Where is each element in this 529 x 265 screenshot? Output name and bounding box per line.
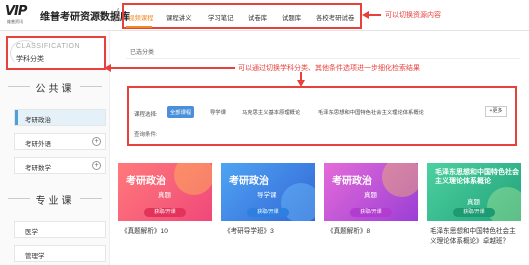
section-title-public: 公共课 (35, 84, 75, 95)
logo-subtext: 维普资讯 (7, 19, 23, 24)
vip-logo[interactable]: VIP 维普资讯 (5, 4, 39, 26)
nav-tab-exam-library[interactable]: 试卷库 (248, 13, 267, 22)
course-card[interactable]: 考研政治 真题 获取/开课 《真题解析》8 (324, 163, 418, 265)
sidebar-item-management[interactable]: 管理学 (14, 245, 106, 262)
sidebar-item-politics[interactable]: 考研政治 (14, 109, 106, 126)
expand-plus-icon[interactable]: + (92, 137, 101, 146)
nav-tab-video-courses[interactable]: 视频课程 (128, 13, 154, 22)
chip-maoism-theory[interactable]: 毛泽东思想和中国特色社会主义理论体系概论 (315, 106, 427, 118)
query-conditions-label: 查询条件: (134, 132, 158, 138)
nav-annotation-text: 可以切换资源内容 (385, 12, 441, 19)
more-button[interactable]: +更多 (485, 106, 507, 117)
card-badge: 获取/开课 (144, 208, 186, 217)
filter-panel: 课程选择: 全部课程 导学课 马克思主义基本原理概论 毛泽东思想和中国特色社会主… (127, 86, 517, 146)
sidebar-item-label: 考研政治 (25, 117, 51, 124)
classification-box: CLASSIFICATION 学科分类 (6, 36, 106, 70)
card-caption[interactable]: 《真题解析》10 (121, 227, 211, 237)
nav-tab-question-bank[interactable]: 试题库 (282, 13, 301, 22)
sidebar-item-label: 考研外语 (25, 141, 51, 148)
card-subtitle: 真题 (364, 192, 377, 199)
course-card[interactable]: 毛泽东思想和中国特色社会主义理论体系概论 真题 获取/开课 毛泽东思想和中国特色… (427, 163, 521, 265)
card-thumbnail: 考研政治 导学课 获取/开课 (221, 163, 315, 221)
card-title: 考研政治 (332, 176, 372, 187)
sidebar-item-math[interactable]: 考研数学 + (14, 157, 106, 174)
card-thumbnail: 考研政治 真题 获取/开课 (324, 163, 418, 221)
classification-zh-label: 学科分类 (16, 56, 44, 63)
app-header: VIP 维普资讯 维普考研资源数据库 视频课程 课程讲义 学习笔记 试卷库 试题… (0, 0, 529, 31)
card-title: 考研政治 (126, 176, 166, 187)
card-caption[interactable]: 《真题解析》8 (327, 227, 417, 237)
card-thumbnail: 考研政治 真题 获取/开课 (118, 163, 212, 221)
course-card[interactable]: 考研政治 真题 获取/开课 《真题解析》10 (118, 163, 212, 265)
resource-nav: 视频课程 课程讲义 学习笔记 试卷库 试题库 各校考研试卷 (122, 3, 362, 29)
expand-plus-icon[interactable]: + (92, 161, 101, 170)
card-title: 考研政治 (229, 176, 269, 187)
nav-tab-study-notes[interactable]: 学习笔记 (208, 13, 234, 22)
card-subtitle: 导学课 (257, 192, 277, 199)
active-indicator (15, 110, 18, 125)
card-badge: 获取/开课 (453, 208, 495, 217)
chip-marxism-principles[interactable]: 马克思主义基本原理概论 (239, 106, 303, 118)
breadcrumb: 已选分类 (130, 50, 155, 56)
card-thumbnail: 毛泽东思想和中国特色社会主义理论体系概论 真题 获取/开课 (427, 163, 521, 221)
sidebar-item-label: 管理学 (25, 253, 45, 260)
nav-tab-school-exams[interactable]: 各校考研试卷 (316, 13, 354, 22)
decor-shape (382, 163, 418, 197)
nav-tab-lecture-notes[interactable]: 课程讲义 (166, 13, 192, 22)
nav-annotation-arrowhead (362, 11, 369, 19)
breadcrumb-divider (126, 58, 520, 59)
card-subtitle: 真题 (467, 199, 480, 206)
card-caption[interactable]: 毛泽东思想和中国特色社会主义理论体系概论》卓越班？ (430, 227, 520, 247)
sidebar-item-medicine[interactable]: 医学 (14, 221, 106, 238)
chip-intro-course[interactable]: 导学课 (207, 106, 229, 118)
chip-all-courses[interactable]: 全部课程 (167, 106, 195, 118)
sidebar-item-label: 医学 (25, 229, 38, 236)
nav-active-underline (126, 26, 152, 28)
decor-shape (174, 163, 212, 195)
sidebar: CLASSIFICATION 学科分类 公共课 考研政治 考研外语 + 考研数学… (0, 31, 110, 265)
course-filter-label: 课程选择: (134, 112, 158, 118)
sidebar-item-foreign-language[interactable]: 考研外语 + (14, 133, 106, 150)
card-badge: 获取/开课 (247, 208, 289, 217)
card-title: 毛泽东思想和中国特色社会主义理论体系概论 (435, 169, 519, 185)
classification-en-label: CLASSIFICATION (16, 43, 81, 50)
card-caption[interactable]: 《考研导学班》3 (224, 227, 314, 237)
sidebar-item-label: 考研数学 (25, 165, 51, 172)
filter-annotation-text: 可以通过切换学科分类、其他条件选项进一步细化检索结果 (238, 65, 420, 72)
section-divider (80, 198, 102, 199)
card-badge: 获取/开课 (350, 208, 392, 217)
section-divider (80, 86, 102, 87)
section-title-major: 专业课 (35, 196, 75, 207)
nav-annotation-arrow (369, 14, 381, 16)
filter-annotation-arrow (111, 67, 235, 69)
filter-annotation-arrowhead (104, 64, 111, 72)
course-card[interactable]: 考研政治 导学课 获取/开课 《考研导学班》3 (221, 163, 315, 265)
logo-mark: VIP (5, 4, 27, 19)
card-subtitle: 真题 (158, 192, 171, 199)
